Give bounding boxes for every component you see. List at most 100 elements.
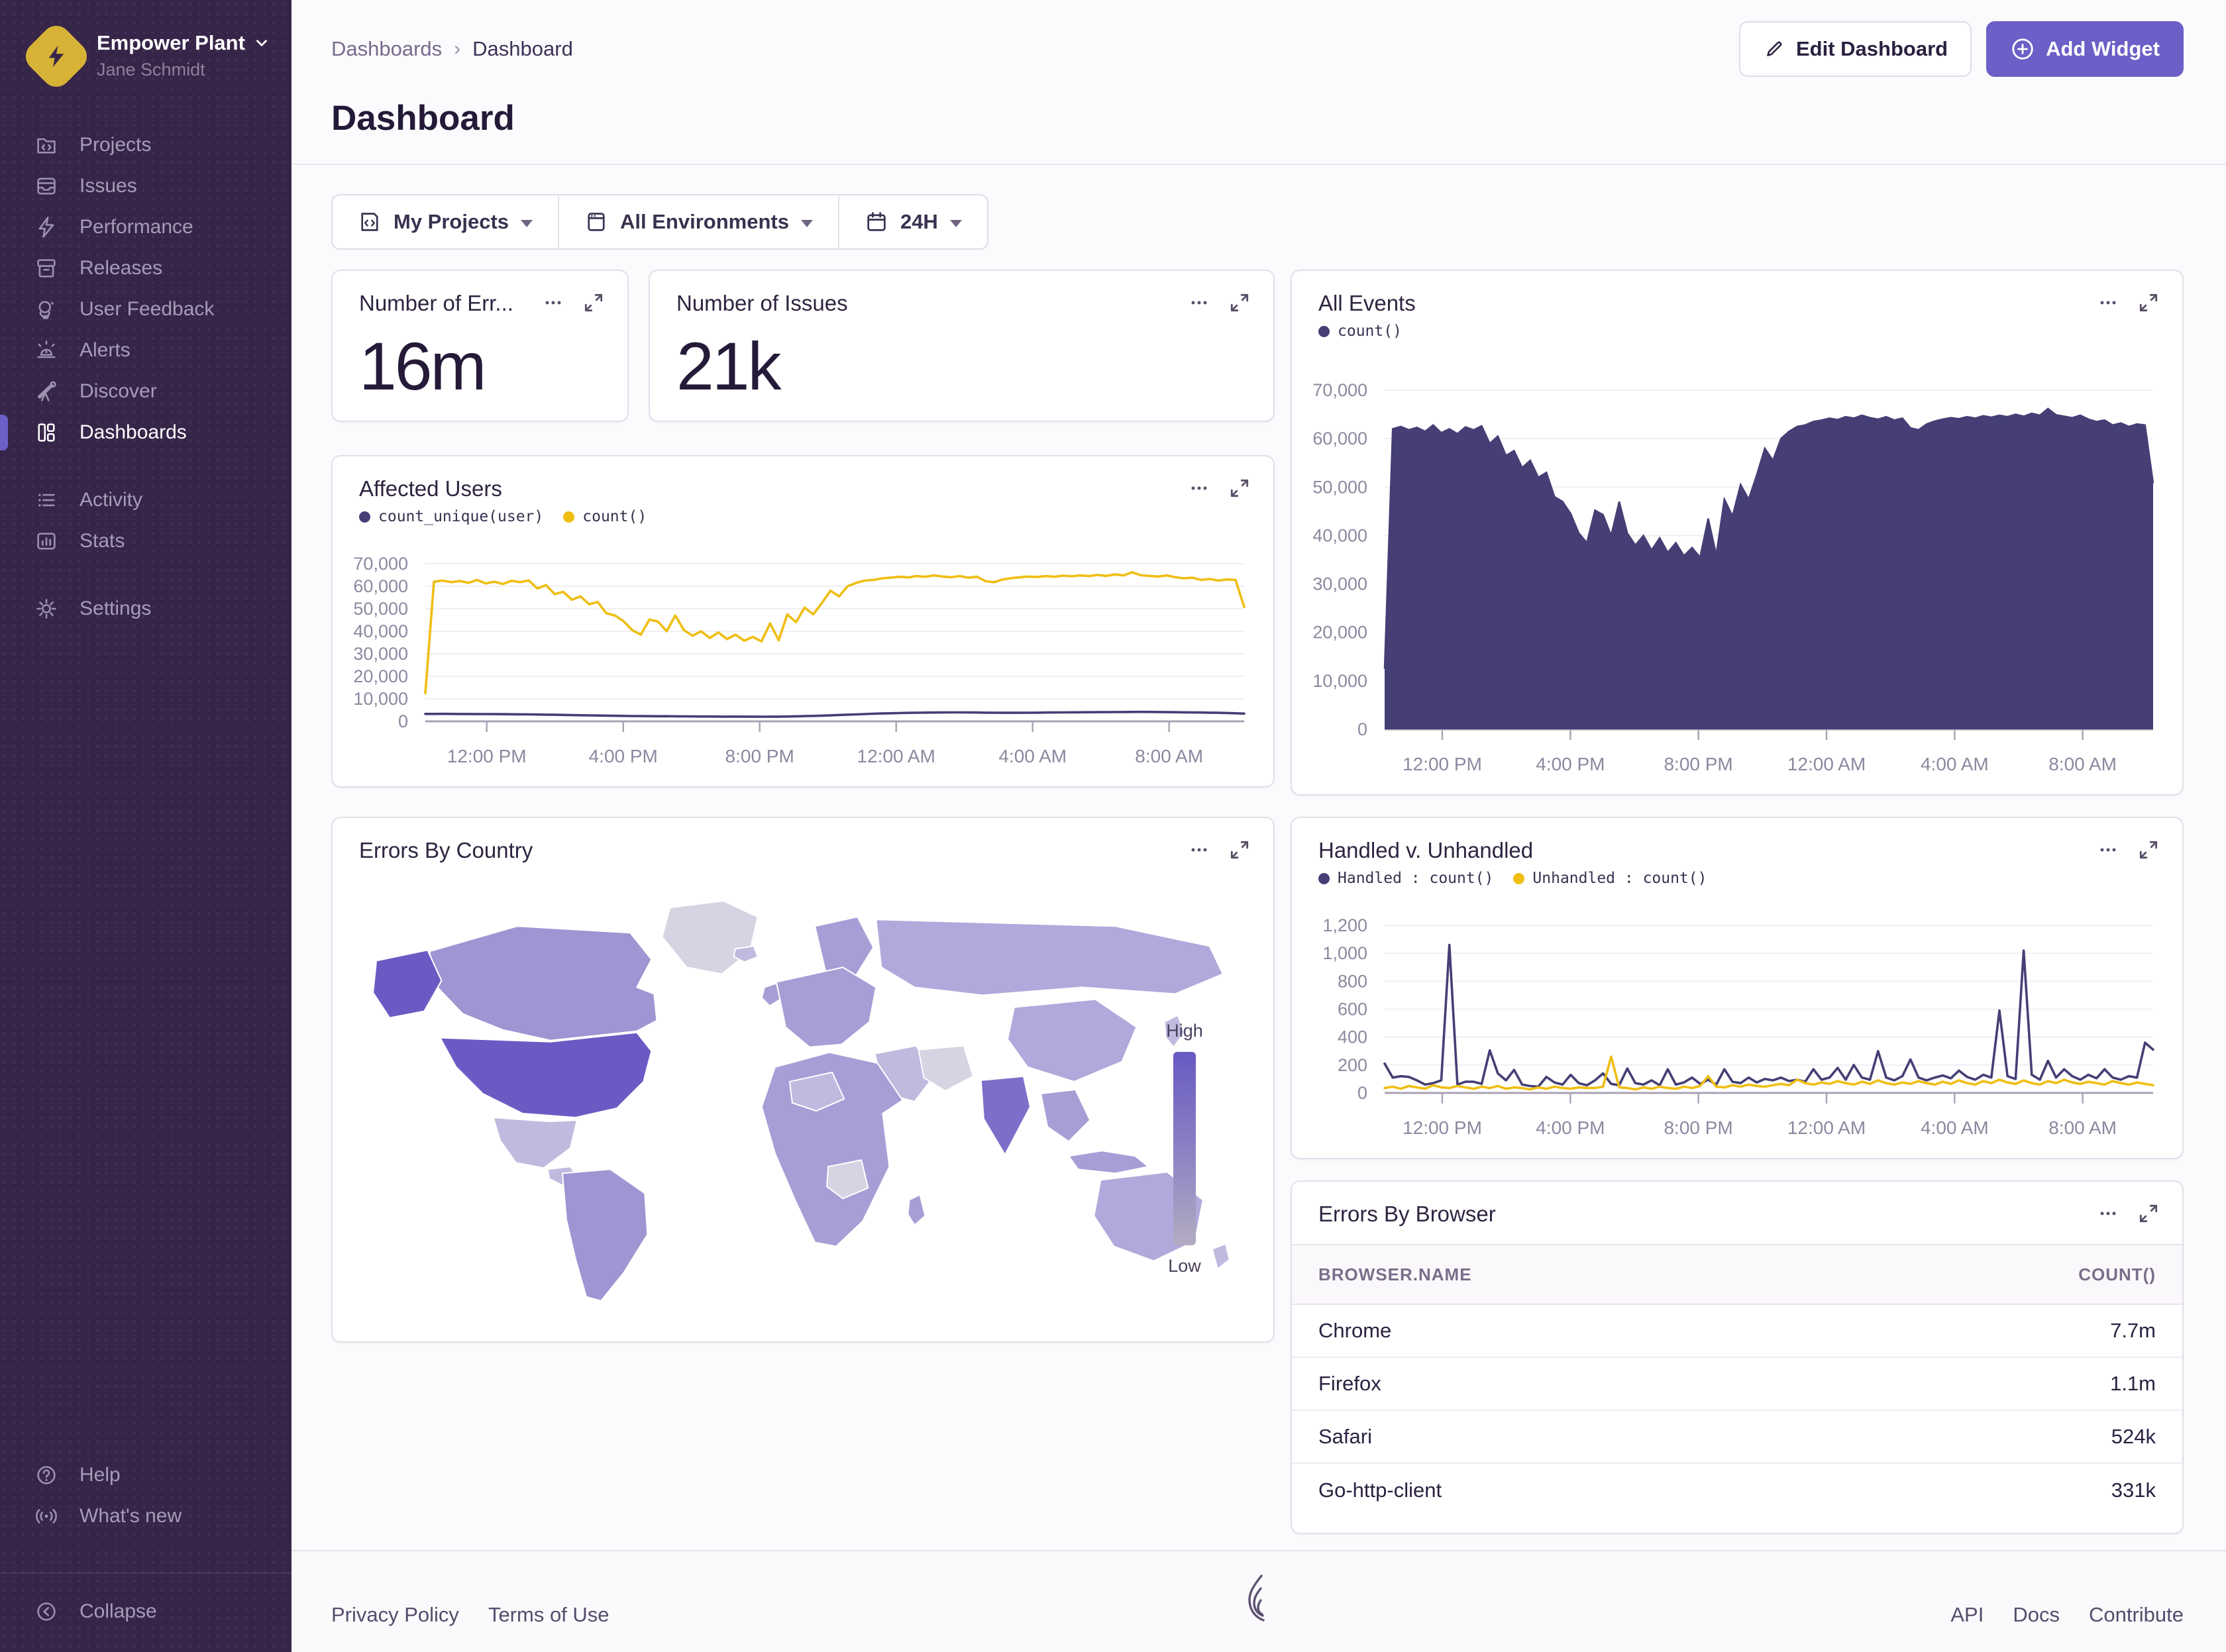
sidebar-item-settings[interactable]: Settings [0,588,292,629]
map-region-usa[interactable] [440,1033,651,1117]
footer-link-privacy-policy[interactable]: Privacy Policy [331,1603,459,1627]
legend-dot [1513,873,1524,884]
widget-expand-icon[interactable] [2137,839,2160,861]
widget-expand-icon[interactable] [1228,477,1251,499]
widget-expand-icon[interactable] [2137,1202,2160,1225]
sidebar-item-help[interactable]: Help [0,1455,292,1496]
svg-text:12:00 AM: 12:00 AM [1787,1117,1866,1138]
sidebar-item-user-feedback[interactable]: User Feedback [0,289,292,330]
map-region-south-america[interactable] [562,1169,647,1301]
main-area: Dashboards › Dashboard Edit Dashboard [292,0,2226,1652]
app-root: Empower Plant Jane Schmidt ProjectsIssue… [0,0,2226,1652]
widget-menu-icon[interactable] [1187,838,1211,862]
sidebar-item-releases[interactable]: Releases [0,248,292,289]
map-region-indonesia[interactable] [1069,1151,1148,1173]
footer-link-contribute[interactable]: Contribute [2089,1603,2184,1627]
footer-links-right: API Docs Contribute [1950,1603,2184,1627]
sidebar-item-stats[interactable]: Stats [0,521,292,562]
org-switcher[interactable]: Empower Plant Jane Schmidt [0,0,292,82]
legend-item[interactable]: Unhandled : count() [1513,870,1707,887]
sidebar-nav-primary: ProjectsIssuesPerformanceReleases User Fe… [0,125,292,453]
column-count: COUNT() [2078,1265,2156,1285]
settings-icon [33,597,60,621]
widget-all-events: All Events count() 010,00020,00030,00040… [1291,270,2184,796]
svg-text:10,000: 10,000 [353,689,408,709]
edit-dashboard-label: Edit Dashboard [1796,37,1948,61]
sidebar-item-activity[interactable]: Activity [0,480,292,521]
legend-dot [1318,326,1330,337]
sidebar-item-what-s-new[interactable]: What's new [0,1496,292,1537]
svg-text:60,000: 60,000 [1312,429,1367,448]
map-legend-gradient [1173,1052,1196,1245]
map-region-canada[interactable] [429,926,657,1041]
map-region-russia[interactable] [876,919,1223,995]
svg-text:8:00 PM: 8:00 PM [1664,1117,1732,1138]
releases-icon [33,256,60,280]
svg-text:400: 400 [1338,1027,1367,1047]
sidebar-item-issues[interactable]: Issues [0,166,292,207]
svg-text:12:00 PM: 12:00 PM [1403,754,1482,774]
footer-link-terms-of-use[interactable]: Terms of Use [488,1603,610,1627]
widget-expand-icon[interactable] [1228,291,1251,314]
map-region-madagascar[interactable] [908,1194,925,1225]
sidebar-item-dashboards[interactable]: Dashboards [0,412,292,453]
map-region-mexico[interactable] [494,1117,577,1168]
legend-item[interactable]: Handled : count() [1318,870,1493,887]
all-events-chart[interactable]: 010,00020,00030,00040,00050,00060,00070,… [1300,370,2172,788]
map-region-alaska[interactable] [373,950,441,1017]
widget-expand-icon[interactable] [1228,839,1251,861]
widget-menu-icon[interactable] [541,291,565,315]
map-region-scandinavia[interactable] [815,917,873,975]
breadcrumb-dashboards[interactable]: Dashboards [331,37,442,61]
table-row[interactable]: Chrome7.7m [1292,1305,2182,1358]
sidebar-item-collapse[interactable]: Collapse [0,1591,292,1632]
edit-dashboard-button[interactable]: Edit Dashboard [1739,21,1972,77]
widget-expand-icon[interactable] [582,291,605,314]
legend-item[interactable]: count() [563,508,647,525]
sidebar-item-label: User Feedback [80,298,214,321]
breadcrumb-current: Dashboard [472,37,573,61]
legend-item[interactable]: count_unique(user) [359,508,543,525]
widget-menu-icon[interactable] [1187,291,1211,315]
table-row[interactable]: Firefox1.1m [1292,1358,2182,1411]
sidebar-item-label: Settings [80,597,151,620]
map-region-greenland[interactable] [662,901,757,974]
legend-dot [563,511,574,523]
map-region-se-asia[interactable] [1041,1090,1090,1141]
table-row[interactable]: Safari524k [1292,1411,2182,1464]
project-filter[interactable]: My Projects [333,195,558,248]
sidebar-item-alerts[interactable]: Alerts [0,330,292,371]
environment-filter[interactable]: All Environments [558,195,838,248]
table-row[interactable]: Go-http-client331k [1292,1464,2182,1517]
widget-menu-icon[interactable] [1187,476,1211,500]
widget-menu-icon[interactable] [2096,1202,2120,1225]
page-title: Dashboard [331,98,2184,164]
map-region-india[interactable] [981,1076,1030,1155]
svg-text:8:00 PM: 8:00 PM [1664,754,1732,774]
svg-text:12:00 AM: 12:00 AM [1787,754,1866,774]
world-map[interactable]: High Low [351,882,1255,1319]
page-footer: Privacy Policy Terms of Use API Docs Contri… [292,1550,2226,1652]
svg-text:4:00 PM: 4:00 PM [589,746,658,766]
footer-link-api[interactable]: API [1950,1603,1984,1627]
widget-menu-icon[interactable] [2096,838,2120,862]
sidebar-item-label: Collapse [80,1600,157,1623]
footer-link-docs[interactable]: Docs [2013,1603,2060,1627]
sidebar-item-performance[interactable]: Performance [0,207,292,248]
sidebar-item-label: Stats [80,530,125,552]
add-widget-button[interactable]: Add Widget [1986,21,2184,77]
world-map-svg [351,882,1255,1319]
map-legend-high: High [1145,1021,1224,1041]
affected-users-chart[interactable]: 010,00020,00030,00040,00050,00060,00070,… [341,544,1263,780]
handled-v-unhandled-chart[interactable]: 02004006008001,0001,20012:00 PM4:00 PM8:… [1300,905,2172,1151]
time-range-filter[interactable]: 24H [838,195,987,248]
map-region-china[interactable] [1008,1000,1137,1082]
widget-errors-by-country: Errors By Country [331,817,1275,1343]
map-region-europe[interactable] [776,967,876,1047]
sidebar-item-discover[interactable]: Discover [0,371,292,412]
widget-menu-icon[interactable] [2096,291,2120,315]
widget-expand-icon[interactable] [2137,291,2160,314]
user-feedback-icon [33,297,60,321]
legend-item[interactable]: count() [1318,323,1402,340]
sidebar-item-projects[interactable]: Projects [0,125,292,166]
